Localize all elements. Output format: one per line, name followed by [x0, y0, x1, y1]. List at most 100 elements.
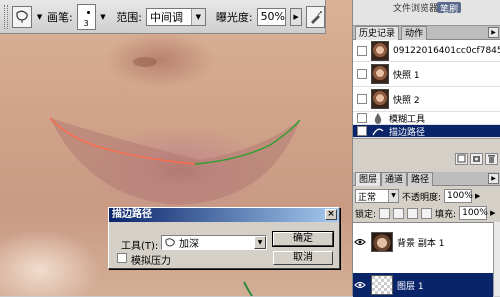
history-brush-source-checkbox[interactable] — [357, 69, 367, 79]
new-document-from-state-button[interactable] — [455, 153, 468, 165]
layer-row[interactable]: 图层 1 — [353, 273, 493, 297]
history-footer — [353, 138, 500, 170]
history-item-label: 09122016401cc0cf7845... — [393, 45, 500, 56]
history-brush-source-checkbox[interactable] — [357, 94, 367, 104]
layer-name: 背景 副本 1 — [397, 238, 445, 249]
layer-thumbnail — [371, 232, 393, 252]
tab-layers[interactable]: 图层 — [355, 172, 382, 186]
camera-icon — [473, 156, 480, 162]
lock-image-icon[interactable] — [393, 207, 405, 219]
history-item-label: 快照 2 — [393, 95, 420, 106]
fill-value: 100% — [462, 208, 488, 218]
airbrush-button[interactable] — [306, 5, 325, 28]
lock-position-icon[interactable] — [407, 207, 419, 219]
lock-transparency-icon[interactable] — [379, 207, 391, 219]
tab-paths[interactable]: 路径 — [407, 172, 434, 186]
options-bar-grip[interactable] — [4, 4, 8, 29]
file-browser-tab[interactable]: 文件浏览器 — [393, 1, 438, 14]
cancel-button[interactable]: 取消 — [273, 251, 333, 265]
close-icon: × — [327, 209, 335, 219]
panel-menu-button[interactable]: ▶ — [488, 173, 499, 184]
snapshot-thumbnail — [371, 40, 389, 61]
layer-lock-row: 锁定: 填充: 100% ▶ — [355, 205, 499, 221]
history-item-snapshot-source[interactable]: 09122016401cc0cf7845... — [353, 40, 500, 62]
fill-label: 填充: — [435, 209, 457, 220]
brush-picker[interactable]: 3 — [76, 3, 96, 30]
history-item-label: 快照 1 — [393, 70, 420, 81]
path-handle[interactable] — [243, 281, 253, 296]
triangle-right-icon: ▶ — [293, 12, 299, 21]
history-item-snapshot-1[interactable]: 快照 1 — [353, 62, 500, 87]
eye-icon[interactable] — [353, 235, 367, 249]
dialog-titlebar[interactable]: 描边路径 × — [109, 208, 339, 222]
history-brush-source-checkbox[interactable] — [357, 45, 367, 56]
ok-button[interactable]: 确定 — [272, 231, 334, 247]
burn-tool-icon — [165, 237, 175, 247]
new-snapshot-button[interactable] — [470, 153, 483, 165]
layer-list: 背景 副本 1 图层 1 — [353, 222, 493, 297]
nostril-shadow — [133, 57, 157, 67]
tab-history[interactable]: 历史记录 — [355, 26, 400, 40]
range-select[interactable]: 中间调 ▼ — [146, 7, 206, 26]
history-item-label: 模糊工具 — [389, 114, 426, 125]
history-item-snapshot-2[interactable]: 快照 2 — [353, 87, 500, 112]
tool-preset-dropdown[interactable]: ▼ — [36, 6, 43, 28]
chevron-down-icon: ▼ — [100, 12, 106, 21]
brushes-tab[interactable]: 笔刷 — [437, 2, 462, 15]
fill-slider-button[interactable]: ▶ — [490, 209, 495, 217]
chevron-down-icon: ▼ — [190, 8, 205, 25]
burn-tool-icon — [16, 10, 28, 23]
delete-state-button[interactable] — [485, 153, 498, 165]
panel-menu-button[interactable]: ▶ — [488, 27, 499, 38]
history-item-stroke-path[interactable]: 描边路径 — [353, 125, 500, 138]
chevron-down-icon: ▼ — [36, 12, 43, 21]
tool-label: 工具(T): — [121, 241, 159, 252]
chevron-down-icon: ▼ — [254, 236, 266, 249]
simulate-pressure-checkbox[interactable] — [117, 253, 127, 263]
layer-row[interactable]: 背景 副本 1 — [353, 225, 493, 259]
snapshot-thumbnail — [371, 64, 389, 84]
brush-size: 3 — [83, 18, 89, 28]
range-label: 范围: — [116, 10, 143, 24]
close-button[interactable]: × — [325, 209, 337, 220]
stroke-path-icon — [371, 124, 385, 138]
opacity-slider-button[interactable]: ▶ — [475, 192, 480, 200]
options-bar: ▼ 画笔: 3 ▼ 范围: 中间调 ▼ 曝光度: 50% ▶ — [0, 0, 326, 34]
layer-thumbnail — [371, 275, 393, 295]
opacity-input[interactable]: 100% — [444, 189, 473, 203]
blend-mode-select[interactable]: 正常 ▼ — [355, 189, 399, 203]
lock-label: 锁定: — [355, 209, 377, 220]
layer-blend-row: 正常 ▼ 不透明度: 100% ▶ — [355, 188, 499, 204]
chevron-down-icon: ▼ — [388, 190, 398, 202]
history-brush-source-checkbox[interactable] — [357, 126, 367, 136]
layers-scrollbar[interactable] — [493, 222, 500, 296]
palette-dock: 文件浏览器 笔刷 历史记录 动作 ▶ 09122016401cc0cf7845.… — [352, 0, 500, 297]
tab-channels[interactable]: 通道 — [381, 172, 408, 186]
history-panel-tabs: 历史记录 动作 ▶ — [353, 26, 500, 40]
eye-icon[interactable] — [353, 278, 367, 292]
exposure-slider-button[interactable]: ▶ — [290, 7, 303, 26]
fill-input[interactable]: 100% — [459, 206, 488, 220]
brush-dropdown[interactable]: ▼ — [100, 6, 107, 28]
opacity-label: 不透明度: — [402, 192, 442, 203]
tool-preset-picker[interactable] — [11, 5, 33, 28]
simulate-pressure-label: 模拟压力 — [131, 256, 171, 267]
exposure-label: 曝光度: — [215, 10, 253, 24]
exposure-input[interactable]: 50% — [256, 7, 287, 26]
stroke-path-dialog: 描边路径 × 工具(T): 加深 ▼ 确定 取消 模拟压力 — [108, 207, 340, 269]
dialog-title: 描边路径 — [112, 209, 152, 220]
layers-panel: 图层 通道 路径 ▶ 正常 ▼ 不透明度: 100% ▶ 锁定: 填充: 100… — [353, 172, 500, 297]
palette-well: 文件浏览器 笔刷 — [353, 0, 500, 26]
opacity-value: 100% — [447, 191, 473, 201]
exposure-value: 50% — [260, 10, 286, 23]
airbrush-icon — [310, 10, 322, 24]
lock-all-icon[interactable] — [421, 207, 433, 219]
history-brush-source-checkbox[interactable] — [357, 113, 367, 123]
brush-tip-icon — [86, 10, 90, 14]
brush-label: 画笔: — [46, 10, 73, 24]
tab-actions[interactable]: 动作 — [401, 26, 428, 40]
blur-drop-icon — [371, 111, 385, 125]
tool-select[interactable]: 加深 ▼ — [161, 235, 267, 250]
tool-value: 加深 — [179, 239, 199, 250]
history-item-label: 描边路径 — [389, 127, 426, 138]
